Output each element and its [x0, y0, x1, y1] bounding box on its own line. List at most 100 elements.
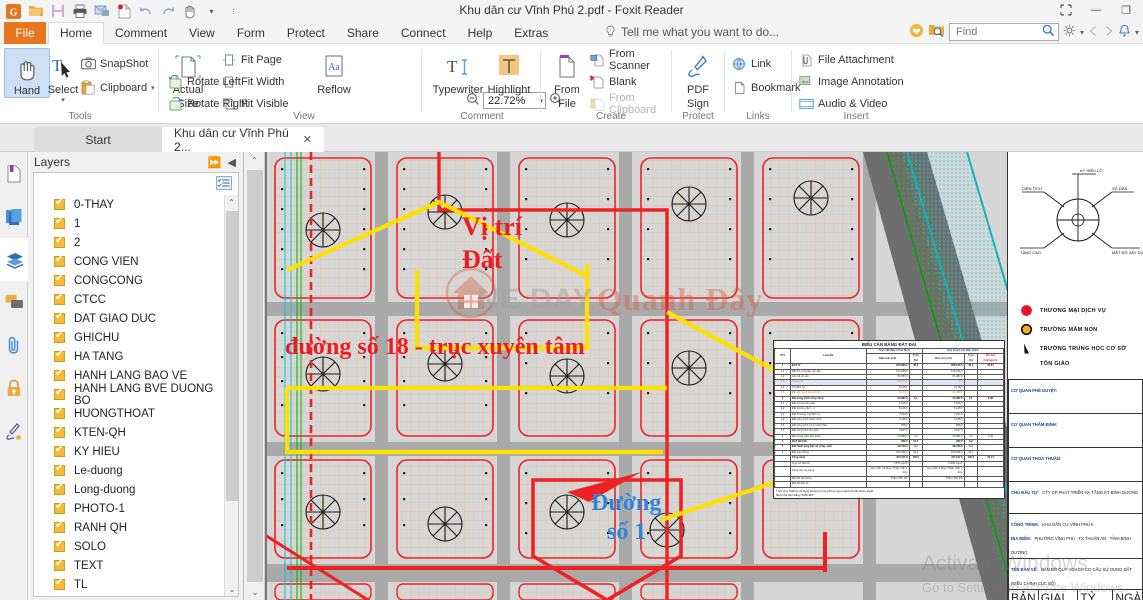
close-icon[interactable]: ✕ [303, 133, 312, 146]
scroll-up-icon[interactable]: ⌃ [225, 195, 238, 209]
attachments-panel-icon[interactable] [0, 324, 28, 367]
layer-visibility-checkbox[interactable] [54, 235, 65, 248]
security-panel-icon[interactable] [0, 367, 28, 410]
search-icon[interactable] [1042, 24, 1055, 40]
layer-row[interactable]: 0-THAY [34, 195, 224, 214]
expand-panel-icon[interactable]: ⏩ [205, 156, 225, 169]
page-thumbnails-panel-icon[interactable] [0, 195, 28, 238]
layer-visibility-checkbox[interactable] [54, 292, 65, 305]
find-input[interactable] [953, 25, 1042, 39]
pdf-page[interactable]: Vị trí Đất đường số 18 - trục xuyên tâm … [267, 152, 1143, 600]
prev-page-icon[interactable] [1088, 25, 1099, 40]
layer-row[interactable]: Long-duong [34, 480, 224, 499]
reflow-button[interactable]: Aa Reflow [311, 48, 357, 96]
tell-me-box[interactable]: Tell me what you want to do... [605, 25, 779, 39]
create-blank-button[interactable]: Blank [589, 72, 637, 91]
minimize-button[interactable]: — [1081, 0, 1111, 20]
layers-list[interactable]: 0-THAY 1 2 CONG VIEN CONGCONG CTCC DAT GIAO DU… [34, 195, 224, 596]
layer-row[interactable]: HUONGTHOAT [34, 404, 224, 423]
gear-icon[interactable] [1063, 24, 1076, 40]
layer-visibility-checkbox[interactable] [54, 216, 65, 229]
scroll-down-icon[interactable]: ⌄ [225, 582, 239, 596]
bookmarks-panel-icon[interactable] [0, 152, 28, 195]
layer-row[interactable]: HANH LANG BVE DUONG BO [34, 383, 224, 407]
tab-home[interactable]: Home [48, 22, 105, 44]
layer-row[interactable]: 1 [34, 214, 224, 233]
pdf-sign-button[interactable]: PDF Sign [675, 48, 721, 110]
layer-visibility-checkbox[interactable] [54, 254, 65, 267]
layer-row[interactable]: CTCC [34, 290, 224, 309]
layer-row[interactable]: HA TANG [34, 347, 224, 366]
layer-row[interactable]: GHICHU [34, 328, 224, 347]
layer-row[interactable]: TEXT [34, 556, 224, 575]
doc-tab-khu-dan-cu[interactable]: Khu dân cư Vĩnh Phú 2... ✕ [162, 126, 324, 154]
doc-scroll-up-icon[interactable]: ⌃ [245, 152, 264, 168]
create-from-file-button[interactable]: From File [547, 48, 587, 110]
layer-visibility-checkbox[interactable] [54, 349, 65, 362]
layers-scroll-thumb[interactable] [226, 211, 238, 501]
doc-tab-start[interactable]: Start [34, 127, 162, 152]
comments-panel-icon[interactable] [0, 281, 28, 324]
signatures-panel-icon[interactable] [0, 410, 28, 453]
folder-search-icon[interactable] [928, 23, 945, 41]
doc-scroll-thumb[interactable] [247, 170, 263, 582]
file-attachment-button[interactable]: File Attachment [798, 50, 894, 69]
layer-row[interactable]: TL [34, 575, 224, 594]
layer-row[interactable]: KTEN-QH [34, 423, 224, 442]
layer-row[interactable]: SOLO [34, 537, 224, 556]
tab-share[interactable]: Share [336, 22, 390, 44]
next-page-icon[interactable] [1103, 25, 1114, 40]
layer-visibility-checkbox[interactable] [54, 558, 65, 571]
layer-visibility-checkbox[interactable] [54, 539, 65, 552]
document-vertical-scrollbar[interactable]: ⌃ ⌄ [245, 152, 265, 600]
layer-visibility-checkbox[interactable] [54, 406, 65, 419]
layer-row[interactable]: RANH QH [34, 518, 224, 537]
maximize-button[interactable]: ❐ [1111, 0, 1141, 20]
layer-visibility-checkbox[interactable] [54, 197, 65, 210]
layer-row[interactable]: PHOTO-1 [34, 499, 224, 518]
layer-visibility-checkbox[interactable] [54, 501, 65, 514]
typewriter-button[interactable]: T Typewriter [430, 48, 486, 96]
layer-row[interactable]: Tim-duong [34, 594, 224, 596]
snapshot-button[interactable]: SnapShot [80, 54, 148, 73]
tab-form[interactable]: Form [226, 22, 276, 44]
layer-row[interactable]: KY HIEU [34, 442, 224, 461]
layer-row[interactable]: CONG VIEN [34, 252, 224, 271]
rotate-right-button[interactable]: Rotate Right [167, 94, 248, 113]
layer-visibility-checkbox[interactable] [54, 311, 65, 324]
layers-panel-icon[interactable] [0, 238, 28, 281]
file-menu-button[interactable]: File [4, 22, 46, 44]
gear-dropdown-icon[interactable]: ▾ [1080, 28, 1084, 37]
select-dropdown-icon[interactable]: ▾ [61, 96, 65, 104]
tab-connect[interactable]: Connect [390, 22, 457, 44]
layer-visibility-checkbox[interactable] [54, 482, 65, 495]
layer-row[interactable]: DAT GIAO DUC [34, 309, 224, 328]
layer-visibility-checkbox[interactable] [54, 577, 65, 590]
find-box[interactable] [948, 23, 1059, 41]
tab-view[interactable]: View [178, 22, 226, 44]
layers-scrollbar[interactable]: ⌃ ⌄ [224, 195, 238, 596]
layer-visibility-checkbox[interactable] [54, 425, 65, 438]
bell-icon[interactable] [1118, 24, 1131, 41]
doc-scroll-down-icon[interactable]: ⌄ [245, 584, 265, 600]
layer-visibility-checkbox[interactable] [54, 520, 65, 533]
clipboard-button[interactable]: Clipboard ▾ [80, 78, 155, 97]
heart-icon[interactable] [909, 23, 924, 41]
layer-visibility-checkbox[interactable] [54, 463, 65, 476]
rotate-left-button[interactable]: Rotate Left [167, 72, 241, 91]
highlight-button[interactable]: Highlight [484, 48, 534, 96]
layer-row[interactable]: 2 [34, 233, 224, 252]
from-scanner-button[interactable]: From Scanner [589, 48, 671, 72]
layer-row[interactable]: Le-duong [34, 461, 224, 480]
layer-visibility-checkbox[interactable] [54, 444, 65, 457]
layer-visibility-checkbox[interactable] [54, 273, 65, 286]
layer-visibility-checkbox[interactable] [54, 368, 65, 381]
collapse-panel-icon[interactable]: ◀ [225, 156, 239, 169]
tab-extras[interactable]: Extras [503, 22, 559, 44]
clipboard-dropdown-icon[interactable]: ▾ [151, 84, 155, 92]
layer-visibility-checkbox[interactable] [54, 387, 65, 400]
tab-help[interactable]: Help [457, 22, 504, 44]
fit-page-button[interactable]: Fit Page [221, 50, 282, 69]
link-button[interactable]: Link [731, 54, 771, 73]
tab-protect[interactable]: Protect [276, 22, 336, 44]
